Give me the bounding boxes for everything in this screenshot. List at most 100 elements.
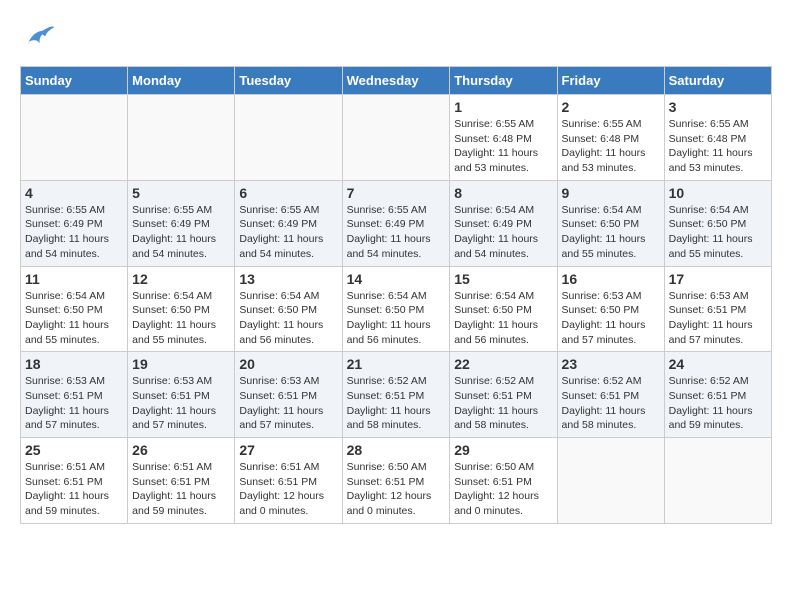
calendar-cell: 19 Sunrise: 6:53 AM Sunset: 6:51 PM Dayli…	[128, 352, 235, 438]
day-info: Sunrise: 6:50 AM Sunset: 6:51 PM Dayligh…	[454, 460, 552, 519]
day-info: Sunrise: 6:55 AM Sunset: 6:49 PM Dayligh…	[239, 203, 337, 262]
day-number: 29	[454, 442, 552, 458]
calendar-cell: 1Sunrise: 6:55 AM Sunset: 6:48 PM Daylig…	[450, 95, 557, 181]
weekday-header: Sunday	[21, 67, 128, 95]
calendar-table: SundayMondayTuesdayWednesdayThursdayFrid…	[20, 66, 772, 524]
calendar-cell: 24 Sunrise: 6:52 AM Sunset: 6:51 PM Dayli…	[664, 352, 771, 438]
day-number: 13	[239, 271, 337, 287]
weekday-header: Wednesday	[342, 67, 450, 95]
day-number: 17	[669, 271, 767, 287]
day-info: Sunrise: 6:51 AM Sunset: 6:51 PM Dayligh…	[132, 460, 230, 519]
calendar-cell: 3Sunrise: 6:55 AM Sunset: 6:48 PM Daylig…	[664, 95, 771, 181]
day-info: Sunrise: 6:51 AM Sunset: 6:51 PM Dayligh…	[25, 460, 123, 519]
day-info: Sunrise: 6:55 AM Sunset: 6:48 PM Dayligh…	[562, 117, 660, 176]
calendar-cell: 14 Sunrise: 6:54 AM Sunset: 6:50 PM Dayli…	[342, 266, 450, 352]
calendar-cell: 18 Sunrise: 6:53 AM Sunset: 6:51 PM Dayli…	[21, 352, 128, 438]
calendar-cell: 21Sunrise: 6:52 AM Sunset: 6:51 PM Dayli…	[342, 352, 450, 438]
day-number: 10	[669, 185, 767, 201]
day-number: 2	[562, 99, 660, 115]
calendar-week-row: 11 Sunrise: 6:54 AM Sunset: 6:50 PM Dayli…	[21, 266, 772, 352]
calendar-cell: 9 Sunrise: 6:54 AM Sunset: 6:50 PM Daylig…	[557, 180, 664, 266]
day-number: 23	[562, 356, 660, 372]
day-number: 14	[347, 271, 446, 287]
day-info: Sunrise: 6:54 AM Sunset: 6:49 PM Dayligh…	[454, 203, 552, 262]
day-info: Sunrise: 6:54 AM Sunset: 6:50 PM Dayligh…	[347, 289, 446, 348]
calendar-cell	[664, 438, 771, 524]
weekday-header: Friday	[557, 67, 664, 95]
day-number: 20	[239, 356, 337, 372]
weekday-header: Monday	[128, 67, 235, 95]
calendar-cell: 26 Sunrise: 6:51 AM Sunset: 6:51 PM Dayli…	[128, 438, 235, 524]
day-info: Sunrise: 6:53 AM Sunset: 6:50 PM Dayligh…	[562, 289, 660, 348]
calendar-week-row: 25 Sunrise: 6:51 AM Sunset: 6:51 PM Dayli…	[21, 438, 772, 524]
day-info: Sunrise: 6:54 AM Sunset: 6:50 PM Dayligh…	[562, 203, 660, 262]
calendar-cell	[235, 95, 342, 181]
calendar-cell: 7Sunrise: 6:55 AM Sunset: 6:49 PM Daylig…	[342, 180, 450, 266]
day-info: Sunrise: 6:51 AM Sunset: 6:51 PM Dayligh…	[239, 460, 337, 519]
calendar-cell: 22 Sunrise: 6:52 AM Sunset: 6:51 PM Dayli…	[450, 352, 557, 438]
day-info: Sunrise: 6:55 AM Sunset: 6:49 PM Dayligh…	[132, 203, 230, 262]
day-info: Sunrise: 6:54 AM Sunset: 6:50 PM Dayligh…	[132, 289, 230, 348]
day-number: 8	[454, 185, 552, 201]
day-number: 6	[239, 185, 337, 201]
calendar-cell: 16 Sunrise: 6:53 AM Sunset: 6:50 PM Dayli…	[557, 266, 664, 352]
calendar-cell: 28 Sunrise: 6:50 AM Sunset: 6:51 PM Dayli…	[342, 438, 450, 524]
day-number: 27	[239, 442, 337, 458]
day-info: Sunrise: 6:53 AM Sunset: 6:51 PM Dayligh…	[669, 289, 767, 348]
calendar-cell: 6 Sunrise: 6:55 AM Sunset: 6:49 PM Daylig…	[235, 180, 342, 266]
day-number: 26	[132, 442, 230, 458]
weekday-header: Tuesday	[235, 67, 342, 95]
weekday-header: Thursday	[450, 67, 557, 95]
calendar-cell: 27 Sunrise: 6:51 AM Sunset: 6:51 PM Dayli…	[235, 438, 342, 524]
day-info: Sunrise: 6:55 AM Sunset: 6:49 PM Dayligh…	[25, 203, 123, 262]
calendar-week-row: 18 Sunrise: 6:53 AM Sunset: 6:51 PM Dayli…	[21, 352, 772, 438]
day-number: 19	[132, 356, 230, 372]
calendar-cell: 4 Sunrise: 6:55 AM Sunset: 6:49 PM Daylig…	[21, 180, 128, 266]
calendar-cell: 20 Sunrise: 6:53 AM Sunset: 6:51 PM Dayli…	[235, 352, 342, 438]
day-number: 22	[454, 356, 552, 372]
day-number: 4	[25, 185, 123, 201]
day-info: Sunrise: 6:54 AM Sunset: 6:50 PM Dayligh…	[25, 289, 123, 348]
day-info: Sunrise: 6:53 AM Sunset: 6:51 PM Dayligh…	[239, 374, 337, 433]
day-info: Sunrise: 6:54 AM Sunset: 6:50 PM Dayligh…	[239, 289, 337, 348]
day-number: 16	[562, 271, 660, 287]
calendar-cell: 29 Sunrise: 6:50 AM Sunset: 6:51 PM Dayli…	[450, 438, 557, 524]
calendar-cell: 8 Sunrise: 6:54 AM Sunset: 6:49 PM Daylig…	[450, 180, 557, 266]
day-number: 7	[347, 185, 446, 201]
calendar-cell: 17 Sunrise: 6:53 AM Sunset: 6:51 PM Dayli…	[664, 266, 771, 352]
day-number: 5	[132, 185, 230, 201]
weekday-header: Saturday	[664, 67, 771, 95]
day-info: Sunrise: 6:53 AM Sunset: 6:51 PM Dayligh…	[132, 374, 230, 433]
day-number: 9	[562, 185, 660, 201]
day-info: Sunrise: 6:52 AM Sunset: 6:51 PM Dayligh…	[454, 374, 552, 433]
day-number: 28	[347, 442, 446, 458]
calendar-week-row: 1 Sunrise: 6:55 AM Sunset: 6:48 PM Daylig…	[21, 95, 772, 181]
calendar-cell: 10 Sunrise: 6:54 AM Sunset: 6:50 PM Dayli…	[664, 180, 771, 266]
calendar-cell	[557, 438, 664, 524]
day-info: Sunrise: 6:53 AM Sunset: 6:51 PM Dayligh…	[25, 374, 123, 433]
day-info: Sunrise: 6:54 AM Sunset: 6:50 PM Dayligh…	[454, 289, 552, 348]
day-info: Sunrise: 6:52 AM Sunset: 6:51 PM Dayligh…	[669, 374, 767, 433]
day-number: 24	[669, 356, 767, 372]
day-number: 25	[25, 442, 123, 458]
day-number: 3	[669, 99, 767, 115]
calendar-cell: 25 Sunrise: 6:51 AM Sunset: 6:51 PM Dayli…	[21, 438, 128, 524]
calendar-cell	[128, 95, 235, 181]
logo	[20, 20, 60, 56]
logo-icon	[20, 20, 56, 56]
calendar-cell	[21, 95, 128, 181]
calendar-cell: 13 Sunrise: 6:54 AM Sunset: 6:50 PM Dayli…	[235, 266, 342, 352]
day-number: 15	[454, 271, 552, 287]
weekday-header-row: SundayMondayTuesdayWednesdayThursdayFrid…	[21, 67, 772, 95]
calendar-cell: 12Sunrise: 6:54 AM Sunset: 6:50 PM Dayli…	[128, 266, 235, 352]
calendar-cell: 15 Sunrise: 6:54 AM Sunset: 6:50 PM Dayli…	[450, 266, 557, 352]
day-info: Sunrise: 6:50 AM Sunset: 6:51 PM Dayligh…	[347, 460, 446, 519]
day-info: Sunrise: 6:54 AM Sunset: 6:50 PM Dayligh…	[669, 203, 767, 262]
day-info: Sunrise: 6:52 AM Sunset: 6:51 PM Dayligh…	[562, 374, 660, 433]
day-number: 11	[25, 271, 123, 287]
calendar-cell: 11 Sunrise: 6:54 AM Sunset: 6:50 PM Dayli…	[21, 266, 128, 352]
calendar-cell: 5 Sunrise: 6:55 AM Sunset: 6:49 PM Daylig…	[128, 180, 235, 266]
day-number: 18	[25, 356, 123, 372]
day-number: 1	[454, 99, 552, 115]
calendar-week-row: 4 Sunrise: 6:55 AM Sunset: 6:49 PM Daylig…	[21, 180, 772, 266]
